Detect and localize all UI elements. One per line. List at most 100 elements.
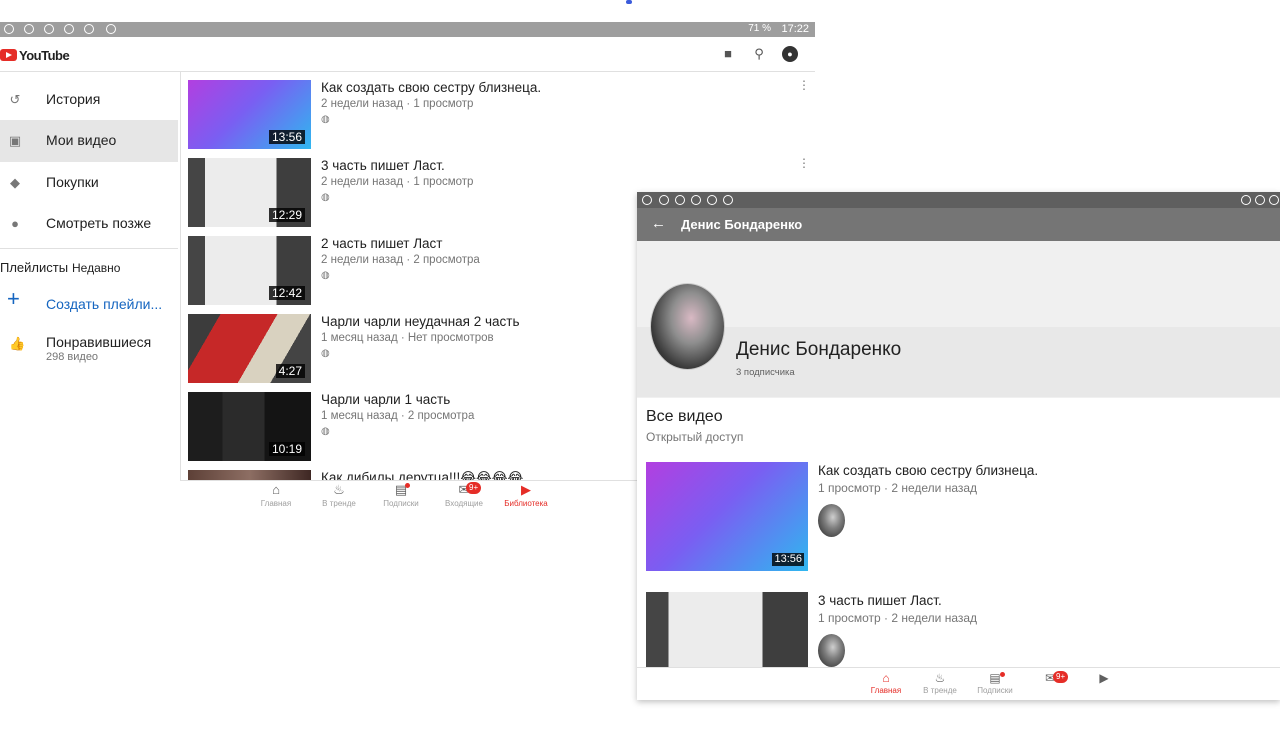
nav-library[interactable]: ▶ [1079,670,1129,700]
video-row[interactable]: 13:56 Как создать свою сестру близнеца. … [646,462,1280,582]
library-icon: ▶ [1099,671,1109,685]
nav-home[interactable]: ⌂ Главная [245,481,307,512]
video-duration: 10:19 [268,442,305,456]
my-videos-icon: ▣ [8,133,22,148]
inbox-icon: ✉ [458,482,470,497]
section-title: Все видео [646,408,723,425]
video-title: 3 часть пишет Ласт. [321,158,445,173]
app-bar: ← Денис Бондаренко [637,208,1280,241]
video-meta: 1 месяц назад · Нет просмотров [321,332,494,344]
notification-icon [675,195,685,205]
video-meta: 1 просмотр · 2 недели назад [818,611,978,625]
nav-inbox[interactable]: ✉ 9+ [1025,670,1075,700]
library-sidebar: ↺ История ▣ Мои видео ◆ Покупки ● Смотре… [0,72,181,512]
search-icon[interactable]: ⚲ [751,46,767,62]
status-icon [1269,195,1279,205]
nav-home[interactable]: ⌂ Главная [861,670,911,700]
notification-icon [84,24,94,34]
notification-icon [642,195,652,205]
home-icon: ⌂ [882,671,890,685]
sidebar-item-history[interactable]: ↺ История [0,79,178,121]
camera-icon[interactable]: ■ [720,46,736,62]
home-icon: ⌂ [272,482,280,497]
notification-icon [707,195,717,205]
nav-subscriptions[interactable]: ▤ Подписки [970,670,1020,700]
public-globe-icon: ◍ [321,192,330,203]
sidebar-item-my-videos[interactable]: ▣ Мои видео [0,120,178,162]
bottom-navigation: ⌂ Главная ♨ В тренде ▤ Подписки ✉ 9+ ▶ [637,667,1280,700]
public-globe-icon: ◍ [321,426,330,437]
channel-screen: ← Денис Бондаренко Денис Бондаренко 3 по… [637,192,1280,700]
inbox-badge: 9+ [466,482,482,494]
video-title: 3 часть пишет Ласт. [818,593,942,608]
nav-label: Подписки [977,686,1013,695]
video-thumbnail[interactable]: 10:19 [188,392,311,461]
nav-label: Главная [260,499,292,508]
video-thumbnail[interactable]: 12:29 [188,158,311,227]
nav-library[interactable]: ▶ Библиотека [495,481,557,512]
notification-icon [4,24,14,34]
video-thumbnail[interactable]: 12:42 [188,236,311,305]
fire-icon: ♨ [934,671,946,685]
playlists-sort-button[interactable]: Недавно [72,261,120,275]
thumbs-up-icon: 👍 [9,336,26,351]
screen-artifact-dot [626,0,632,4]
account-icon[interactable]: ● [782,46,798,62]
liked-playlist-count: 298 видео [46,351,99,363]
channel-avatar[interactable] [650,283,725,370]
subscriber-count: 3 подписчика [736,367,795,378]
playlists-header: Плейлисты [0,260,69,275]
back-arrow-icon[interactable]: ← [651,215,666,232]
video-thumbnail[interactable]: 13:56 [646,462,808,571]
clock: 17:22 [781,23,809,35]
subscriptions-icon: ▤ [394,482,408,497]
battery-level: 71 % [748,23,771,34]
video-duration: 13:56 [268,130,305,144]
divider [0,248,178,249]
channel-header-band [637,327,1280,397]
notification-icon [659,195,669,205]
video-duration: 4:27 [275,364,305,378]
video-meta: 2 недели назад · 2 просмотра [321,254,480,266]
nav-subscriptions[interactable]: ▤ Подписки [370,481,432,512]
nav-label: Подписки [383,499,419,508]
liked-playlist[interactable]: 👍 Понравившиеся 298 видео [0,330,178,370]
video-row[interactable]: 13:56 Как создать свою сестру близнеца. … [188,72,815,150]
more-options-icon[interactable]: ⋮ [798,78,810,92]
sidebar-item-watch-later[interactable]: ● Смотреть позже [0,203,178,245]
nav-trending[interactable]: ♨ В тренде [915,670,965,700]
more-options-icon[interactable]: ⋮ [798,156,810,170]
video-thumbnail[interactable]: 4:27 [188,314,311,383]
status-icon [1255,195,1265,205]
page-title: Денис Бондаренко [681,217,803,232]
video-thumbnail[interactable]: 13:56 [188,80,311,149]
public-globe-icon: ◍ [321,270,330,281]
inbox-badge: 9+ [1053,671,1069,683]
channel-name: Денис Бондаренко [736,339,902,360]
clock-icon: ● [11,216,19,231]
status-bar [637,192,1280,208]
video-duration: 12:29 [268,208,305,222]
create-playlist-button[interactable]: + Создать плейли... [0,286,178,320]
youtube-logo-icon[interactable] [0,49,17,61]
uploader-avatar[interactable] [818,504,845,537]
video-duration: 13:56 [772,553,804,566]
notification-icon [106,24,116,34]
nav-inbox[interactable]: ✉ 9+ Входящие [433,481,495,512]
channel-header: Денис Бондаренко 3 подписчика [637,241,1280,398]
subscriptions-icon: ▤ [989,671,1001,685]
sidebar-item-label: Мои видео [46,132,117,148]
sidebar-item-purchases[interactable]: ◆ Покупки [0,162,178,204]
sidebar-item-label: Покупки [46,174,99,190]
status-bar: 71 % 17:22 [0,22,815,37]
tag-icon: ◆ [10,175,20,190]
video-meta: 1 месяц назад · 2 просмотра [321,410,475,422]
video-title: Чарли чарли неудачная 2 часть [321,314,520,329]
new-content-dot [405,483,410,488]
uploader-avatar[interactable] [818,634,845,667]
nav-trending[interactable]: ♨ В тренде [308,481,370,512]
nav-label: Входящие [445,499,483,508]
app-bar: YouTube ■ ⚲ ● [0,37,815,72]
liked-playlist-title: Понравившиеся [46,334,152,350]
new-content-dot [1000,672,1005,677]
